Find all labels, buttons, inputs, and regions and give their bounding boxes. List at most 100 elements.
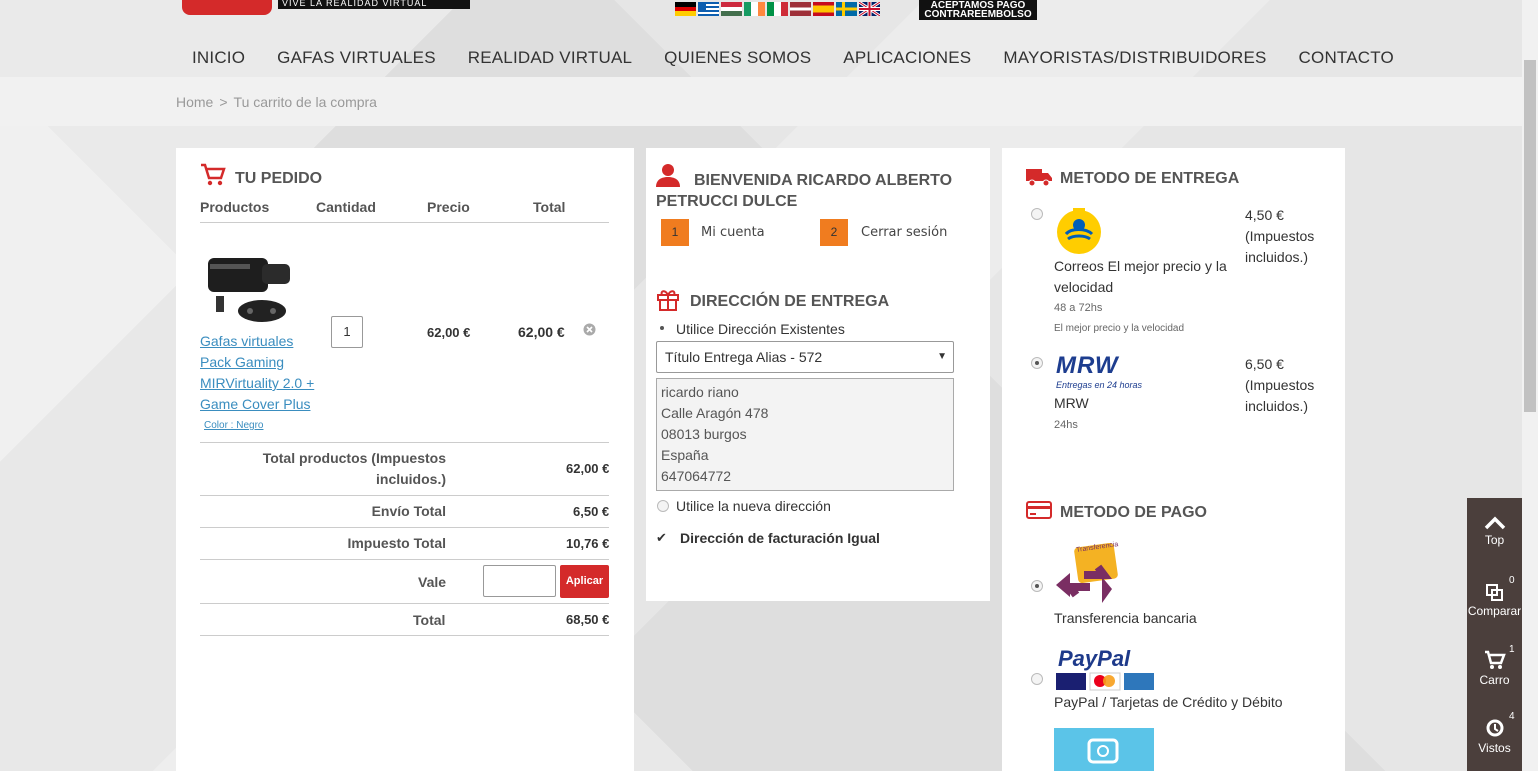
- language-flags: [675, 2, 880, 16]
- nav-quienes-somos[interactable]: QUIENES SOMOS: [648, 48, 827, 68]
- delivery-panel: METODO DE ENTREGA Correos El mejor preci…: [1002, 148, 1345, 771]
- col-qty: Cantidad: [316, 199, 376, 215]
- correos-name: Correos El mejor precio y la velocidad: [1054, 258, 1227, 295]
- mrw-price: 6,50 €: [1245, 356, 1284, 372]
- scrollbar-thumb[interactable]: [1524, 60, 1536, 412]
- voucher-label: Vale: [418, 574, 447, 590]
- viewed-button[interactable]: Vistos: [1467, 718, 1522, 755]
- grand-total-label: Total: [413, 612, 446, 628]
- address-select[interactable]: Título Entrega Alias - 572 ▼: [656, 341, 954, 373]
- cart-button[interactable]: Carro: [1467, 650, 1522, 687]
- tax-value: 10,76 €: [566, 536, 610, 551]
- header-divider: [200, 222, 609, 223]
- compare-icon: [1485, 584, 1503, 601]
- card-brands-icon: [1056, 672, 1154, 691]
- paypal-name: PayPal / Tarjetas de Crédito y Débito: [1054, 694, 1283, 710]
- address-line: 647064772: [661, 468, 732, 484]
- address-line: España: [661, 447, 709, 463]
- address-line: 08013 burgos: [661, 426, 747, 442]
- flag-gr-icon[interactable]: [698, 2, 719, 16]
- flag-hu-icon[interactable]: [721, 2, 742, 16]
- my-account-link[interactable]: Mi cuenta: [701, 225, 765, 240]
- step1-badge: 1: [661, 219, 689, 246]
- flag-es-icon[interactable]: [813, 2, 834, 16]
- billing-same-label: Dirección de facturación Igual: [680, 530, 880, 546]
- divider-3: [200, 527, 609, 528]
- compare-count: 0: [1509, 575, 1515, 586]
- col-products: Productos: [200, 199, 270, 215]
- payment-title: METODO DE PAGO: [1060, 504, 1207, 521]
- cart-icon: [201, 163, 226, 186]
- apply-voucher-button[interactable]: Aplicar: [560, 565, 609, 598]
- remove-item-icon[interactable]: [583, 323, 596, 336]
- correos-logo-icon: [1057, 208, 1101, 254]
- product-color[interactable]: Color : Negro: [204, 420, 263, 431]
- address-textarea[interactable]: ricardo riano Calle Aragón 478 08013 bur…: [656, 378, 954, 491]
- top-label: Top: [1484, 533, 1505, 547]
- nav-aplicaciones[interactable]: APLICACIONES: [827, 48, 987, 68]
- flag-se-icon[interactable]: [836, 2, 857, 16]
- breadcrumb-current: Tu carrito de la compra: [233, 94, 377, 110]
- truck-icon: [1026, 169, 1052, 187]
- divider-6: [200, 635, 609, 636]
- address-line: Calle Aragón 478: [661, 405, 769, 421]
- correos-time: 48 a 72hs: [1054, 302, 1103, 314]
- cod-line2: CONTRAREEMBOLSO: [924, 9, 1032, 20]
- address-title: DIRECCIÓN DE ENTREGA: [690, 293, 890, 310]
- mrw-logo-sub: Entregas en 24 horas: [1056, 380, 1143, 390]
- welcome-text: BIENVENIDA RICARDO ALBERTO PETRUCCI DULC…: [656, 172, 953, 210]
- credit-card-icon: [1026, 501, 1052, 519]
- cart-count: 1: [1509, 644, 1515, 655]
- divider-1: [200, 442, 609, 443]
- gift-icon: [657, 290, 679, 311]
- use-new-radio[interactable]: [657, 500, 669, 512]
- logo-tagline: VIVE LA REALIDAD VIRTUAL: [278, 0, 470, 9]
- mrw-name: MRW: [1054, 395, 1089, 411]
- compare-label: Comparar: [1467, 604, 1522, 618]
- flag-de-icon[interactable]: [675, 2, 696, 16]
- flag-lv-icon[interactable]: [790, 2, 811, 16]
- qty-input[interactable]: 1: [331, 316, 363, 348]
- cod-badge: ACEPTAMOS PAGO CONTRAREEMBOLSO: [919, 0, 1037, 20]
- nav-inicio[interactable]: INICIO: [176, 48, 261, 68]
- step2-badge: 2: [820, 219, 848, 246]
- logout-link[interactable]: Cerrar sesión: [861, 225, 947, 240]
- billing-same-checkbox[interactable]: ✔: [656, 531, 670, 545]
- correos-desc: El mejor precio y la velocidad: [1054, 323, 1185, 334]
- voucher-input[interactable]: [483, 565, 556, 597]
- compare-button[interactable]: Comparar: [1467, 583, 1522, 618]
- paypal-radio[interactable]: [1031, 673, 1043, 685]
- viewed-count: 4: [1509, 711, 1515, 722]
- transfer-radio[interactable]: [1031, 580, 1043, 592]
- mrw-tax: (Impuestos incluidos.): [1245, 377, 1315, 414]
- cart-icon: [1484, 650, 1506, 669]
- breadcrumb-home[interactable]: Home: [176, 94, 213, 110]
- mrw-time: 24hs: [1054, 419, 1078, 431]
- mrw-logo-icon: MRW: [1056, 352, 1119, 379]
- chevron-up-icon: [1484, 516, 1505, 530]
- mrw-radio[interactable]: [1031, 357, 1043, 369]
- nav-realidad-virtual[interactable]: REALIDAD VIRTUAL: [452, 48, 648, 68]
- col-price: Precio: [427, 199, 470, 215]
- nav-contacto[interactable]: CONTACTO: [1283, 48, 1410, 68]
- nav-gafas-virtuales[interactable]: GAFAS VIRTUALES: [261, 48, 452, 68]
- paypal-logo-icon: PayPal: [1058, 646, 1131, 671]
- flag-it-icon[interactable]: [767, 2, 788, 16]
- address-line: ricardo riano: [661, 384, 739, 400]
- history-icon: [1486, 719, 1503, 737]
- correos-radio[interactable]: [1031, 208, 1043, 220]
- nav-mayoristas[interactable]: MAYORISTAS/DISTRIBUIDORES: [987, 48, 1282, 68]
- delivery-title: METODO DE ENTREGA: [1060, 170, 1240, 187]
- correos-tax: (Impuestos incluidos.): [1245, 228, 1315, 265]
- top-header: VIVE LA REALIDAD VIRTUAL ACEPTAMOS PAGO …: [0, 0, 1522, 77]
- product-name-link[interactable]: Gafas virtuales Pack Gaming MIRVirtualit…: [200, 331, 325, 415]
- chevron-down-icon: ▼: [937, 351, 947, 362]
- scroll-top-button[interactable]: Top: [1467, 516, 1522, 547]
- flag-gb-icon[interactable]: [859, 2, 880, 16]
- address-select-value: Título Entrega Alias - 572: [665, 349, 823, 365]
- product-image[interactable]: [200, 244, 295, 329]
- use-existing-radio[interactable]: [657, 323, 669, 335]
- flag-ie-icon[interactable]: [744, 2, 765, 16]
- grand-total-value: 68,50 €: [566, 612, 610, 627]
- site-logo[interactable]: [182, 0, 272, 15]
